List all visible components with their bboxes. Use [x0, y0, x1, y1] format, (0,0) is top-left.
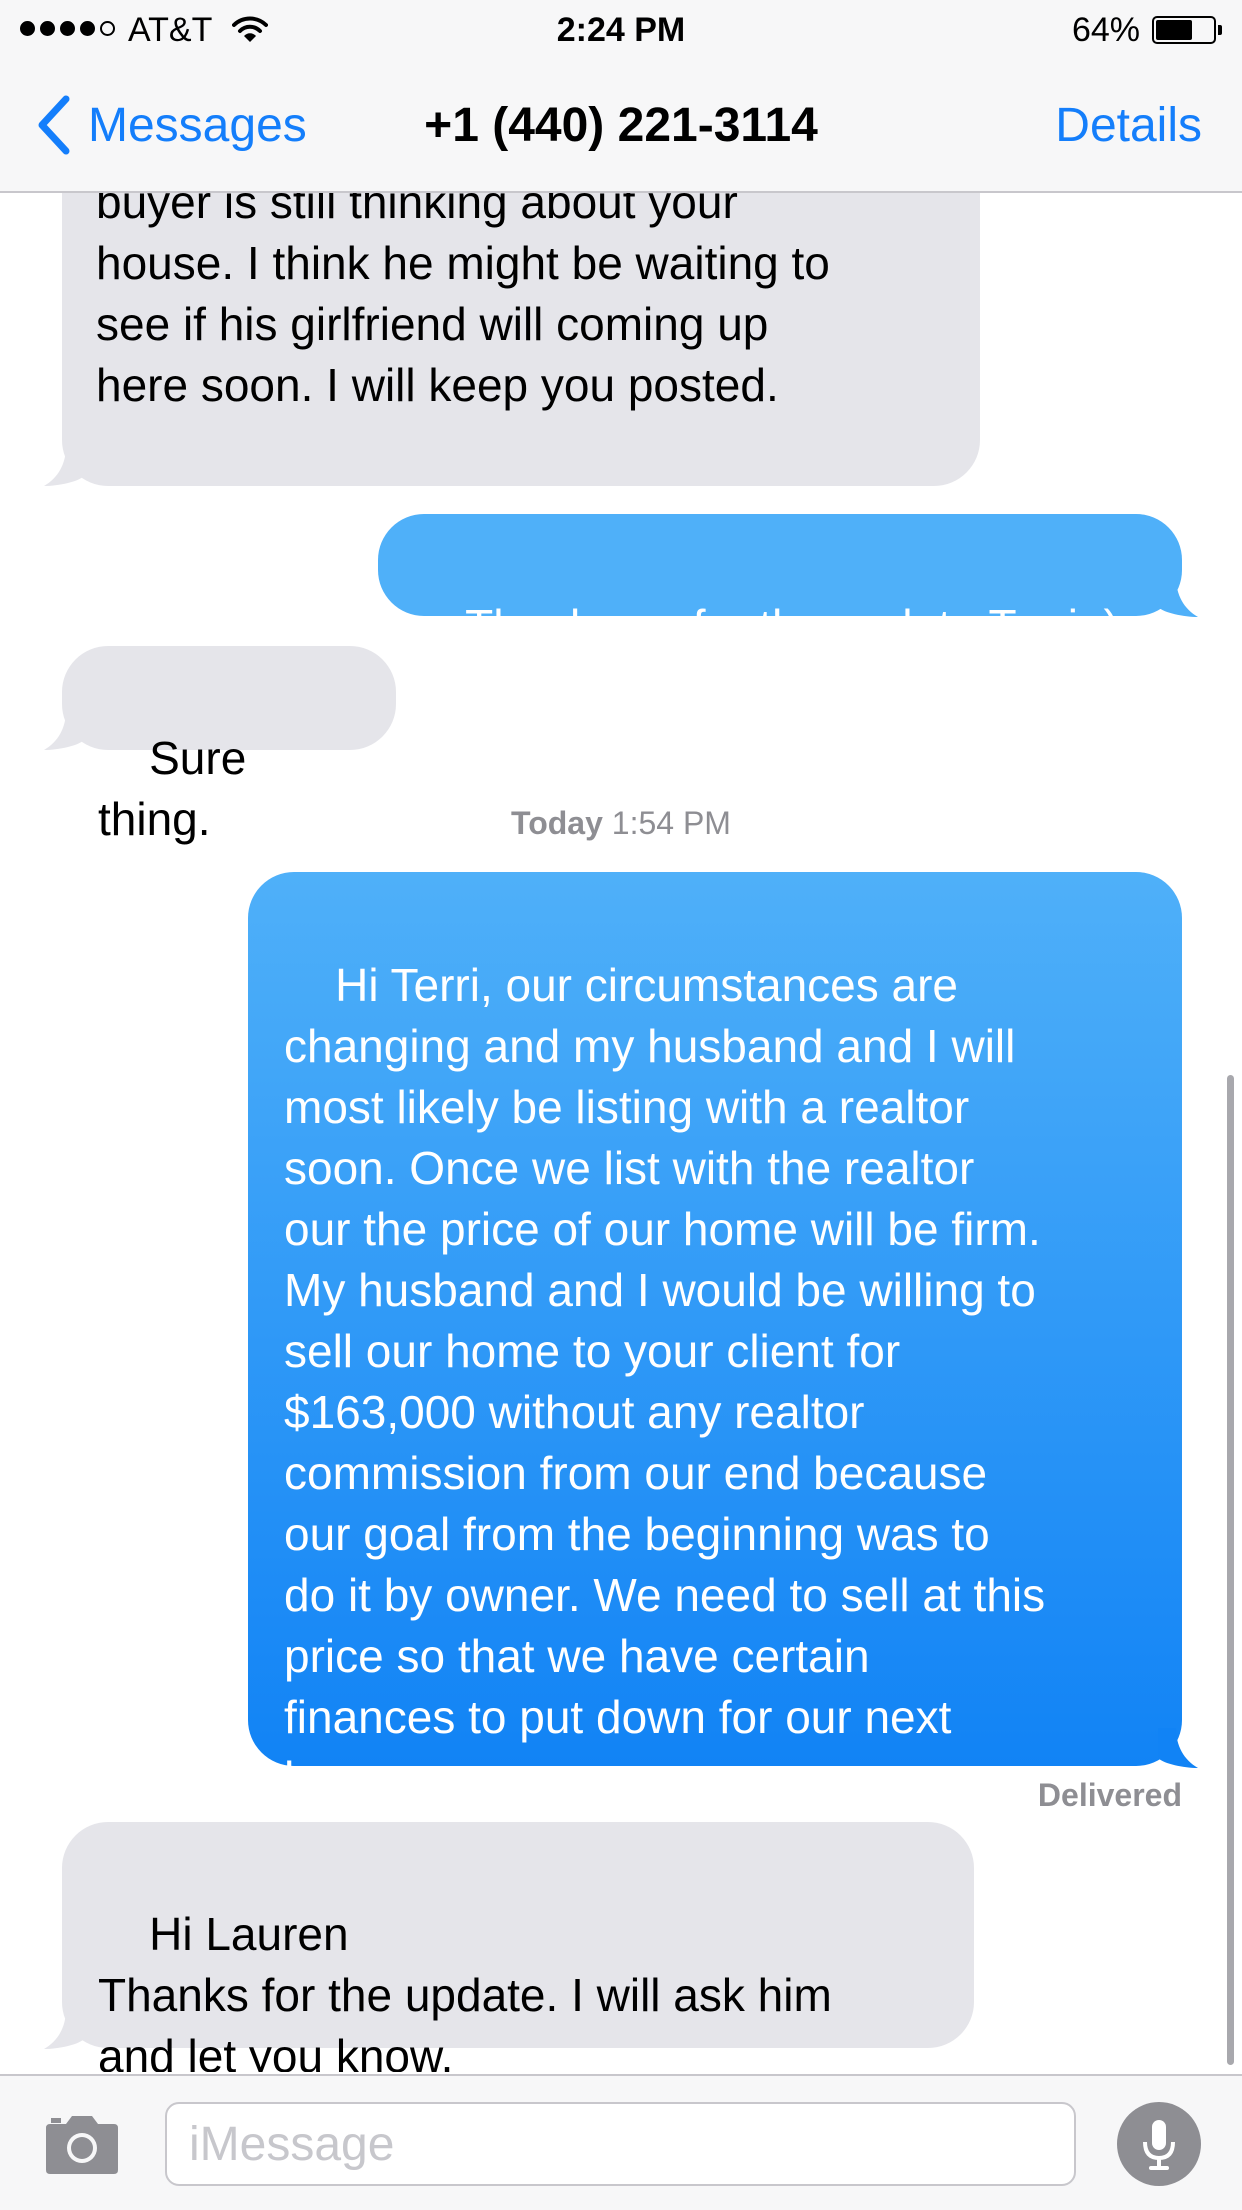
- delivered-label: Delivered: [1037, 1777, 1182, 1813]
- bubble-tail: [44, 446, 84, 486]
- bubble-tail: [1158, 577, 1198, 617]
- battery-level: [1156, 20, 1192, 40]
- message-bubble-outgoing[interactable]: Hi Terri, our circumstances are changing…: [248, 872, 1182, 1804]
- chevron-left-icon: [38, 95, 70, 155]
- status-bar: AT&T 2:24 PM 64%: [0, 0, 1242, 60]
- status-time: 2:24 PM: [556, 11, 686, 49]
- scrollbar[interactable]: [1227, 1075, 1234, 2065]
- mic-button[interactable]: [1117, 2102, 1201, 2186]
- back-label: Messages: [88, 98, 307, 152]
- message-input[interactable]: [165, 2102, 1076, 2186]
- camera-icon[interactable]: [42, 2112, 122, 2176]
- navigation-bar: Messages +1 (440) 221-3114 Details: [0, 60, 1242, 193]
- input-bar: [0, 2074, 1242, 2210]
- battery-tip: [1218, 25, 1222, 35]
- bubble-tail: [44, 710, 84, 750]
- message-text: Thank you for the update Terri :): [465, 600, 1119, 652]
- message-text: Hi Lauren Thanks for the update. I will …: [98, 1908, 832, 2072]
- microphone-icon: [1143, 2120, 1175, 2170]
- details-button[interactable]: Details: [1055, 98, 1202, 153]
- battery-icon: [1152, 16, 1216, 44]
- bubble-tail: [44, 2009, 84, 2049]
- message-bubble-outgoing[interactable]: Thank you for the update Terri :): [378, 514, 1182, 652]
- timestamp: Today 1:54 PM: [0, 805, 1242, 842]
- bubble-tail: [1158, 1728, 1198, 1768]
- timestamp-day: Today: [511, 805, 603, 841]
- timestamp-time: 1:54 PM: [611, 805, 731, 841]
- message-text: Hi Terri, our circumstances are changing…: [284, 959, 1046, 1804]
- conversation-area[interactable]: I wanted to let you know that my buyer i…: [0, 0, 1242, 2072]
- battery-percent: 64%: [1071, 11, 1140, 49]
- back-button[interactable]: Messages: [34, 95, 307, 155]
- message-bubble-incoming[interactable]: Sure thing.: [62, 646, 396, 845]
- message-bubble-incoming[interactable]: Hi Lauren Thanks for the update. I will …: [62, 1822, 974, 2072]
